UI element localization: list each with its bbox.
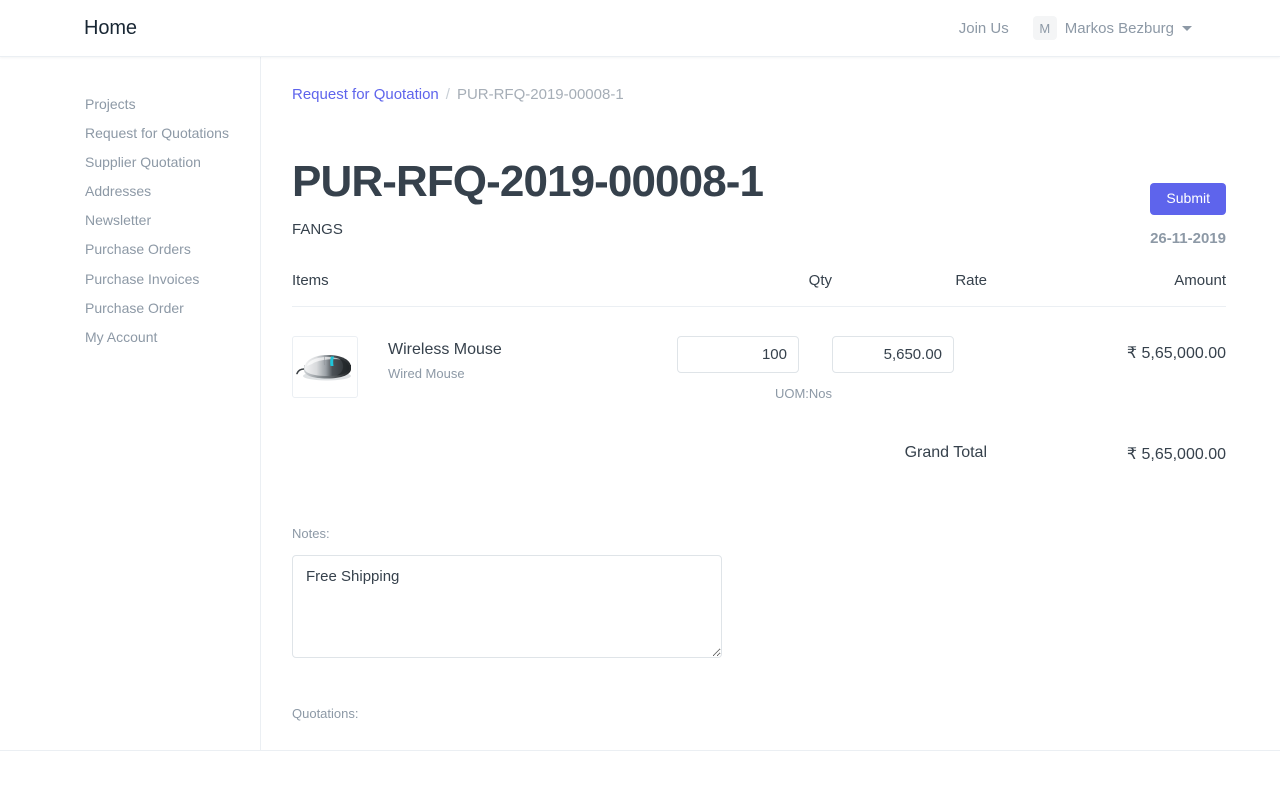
top-navbar: Home Join Us M Markos Bezburg [0,0,1280,57]
item-name: Wireless Mouse [388,340,502,359]
items-table: Items Qty Rate Amount [292,272,1226,464]
column-header-amount: Amount [987,272,1226,307]
rate-input[interactable] [832,336,954,373]
sidebar-item-purchase-invoices[interactable]: Purchase Invoices [0,265,260,294]
grand-total-label: Grand Total [832,401,987,462]
quotations-label: Quotations: [292,706,1226,722]
grand-total-row: Grand Total ₹ 5,65,000.00 [292,401,1226,464]
sidebar-item-supplier-quotation[interactable]: Supplier Quotation [0,148,260,177]
page-body: Projects Request for Quotations Supplier… [0,57,1280,751]
sidebar: Projects Request for Quotations Supplier… [0,57,261,750]
item-text: Wireless Mouse Wired Mouse [388,336,502,382]
page-title: PUR-RFQ-2019-00008-1 [292,158,1150,206]
item-description: Wired Mouse [388,366,502,382]
sidebar-item-projects[interactable]: Projects [0,90,260,119]
uom-label: UOM:Nos [677,373,832,401]
breadcrumb-parent-link[interactable]: Request for Quotation [292,86,439,103]
avatar: M [1033,16,1057,40]
sidebar-item-purchase-order[interactable]: Purchase Order [0,294,260,323]
notes-textarea[interactable] [292,555,722,658]
items-table-head: Items Qty Rate Amount [292,272,1226,307]
rate-input-wrap [832,307,987,373]
sidebar-item-addresses[interactable]: Addresses [0,177,260,206]
grand-total-label-cell: Grand Total [832,401,987,464]
brand-home-link[interactable]: Home [84,18,137,38]
user-menu-dropdown[interactable]: M Markos Bezburg [1033,16,1192,40]
breadcrumb-separator: / [446,86,450,103]
user-name-label: Markos Bezburg [1065,20,1174,37]
amount-cell: ₹ 5,65,000.00 [987,306,1226,401]
rate-cell [832,306,987,401]
computer-mouse-product-image [292,336,358,398]
breadcrumb: Request for Quotation / PUR-RFQ-2019-00008… [292,85,1226,105]
notes-label: Notes: [292,526,1226,542]
document-date: 26-11-2019 [1150,230,1226,247]
sidebar-item-purchase-orders[interactable]: Purchase Orders [0,235,260,264]
qty-input-wrap: UOM:Nos [677,307,832,401]
quantity-input[interactable] [677,336,799,373]
join-us-link[interactable]: Join Us [959,20,1009,37]
sidebar-item-request-for-quotations[interactable]: Request for Quotations [0,119,260,148]
items-table-body: Wireless Mouse Wired Mouse UOM:Nos [292,306,1226,464]
document-header-left: PUR-RFQ-2019-00008-1 FANGS [292,158,1150,239]
supplier-name: FANGS [292,221,1150,238]
qty-cell: UOM:Nos [677,306,832,401]
document-header: PUR-RFQ-2019-00008-1 FANGS Submit 26-11-… [292,158,1226,247]
grand-total-value-cell: ₹ 5,65,000.00 [987,401,1226,464]
document-header-right: Submit 26-11-2019 [1150,158,1226,247]
chevron-down-icon [1182,26,1192,31]
column-header-qty: Qty [677,272,832,307]
breadcrumb-current: PUR-RFQ-2019-00008-1 [457,86,624,103]
items-table-header-row: Items Qty Rate Amount [292,272,1226,307]
grand-total-spacer-2 [677,401,832,464]
navbar-right-group: Join Us M Markos Bezburg [959,16,1192,40]
grand-total-spacer-1 [292,401,677,464]
grand-total-value: ₹ 5,65,000.00 [987,401,1226,464]
item-cell: Wireless Mouse Wired Mouse [292,306,677,401]
column-header-items: Items [292,272,677,307]
item-amount: ₹ 5,65,000.00 [987,307,1226,363]
table-row: Wireless Mouse Wired Mouse UOM:Nos [292,306,1226,401]
sidebar-item-my-account[interactable]: My Account [0,323,260,352]
main-content: Request for Quotation / PUR-RFQ-2019-00008… [261,57,1280,750]
sidebar-item-newsletter[interactable]: Newsletter [0,206,260,235]
submit-button[interactable]: Submit [1150,183,1226,215]
item-info: Wireless Mouse Wired Mouse [292,307,677,398]
column-header-rate: Rate [832,272,987,307]
